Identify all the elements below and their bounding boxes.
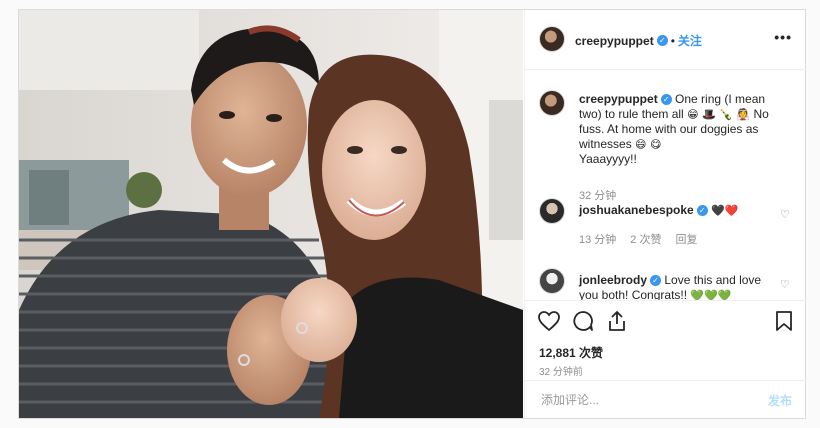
header-username[interactable]: creepypuppet: [575, 34, 654, 48]
post-photo[interactable]: [19, 10, 523, 418]
follow-button[interactable]: 关注: [678, 34, 702, 48]
post-actions: 12,881 次赞 32 分钟前: [525, 300, 806, 380]
comment-item: joshuakanebespoke ✓ 🖤❤️ ♡ 13 分钟 2 次赞 回复: [539, 198, 792, 248]
caption-line-4: fuss. At home with our doggies as: [579, 122, 759, 136]
header-user-row: creepypuppet ✓ • 关注: [575, 32, 702, 50]
like-count[interactable]: 12,881 次赞: [539, 344, 603, 361]
comment-time[interactable]: 13 分钟: [579, 234, 616, 246]
comment-username[interactable]: joshuakanebespoke: [579, 203, 694, 217]
verified-badge-icon: ✓: [696, 205, 708, 217]
add-comment-bar: 发布: [525, 380, 806, 418]
post-side-panel: creepypuppet ✓ • 关注 ••• creepypuppet ✓ One r…: [524, 10, 806, 418]
caption: creepypuppet ✓ One ring (I mean two) to r…: [539, 90, 792, 202]
post-header: creepypuppet ✓ • 关注 •••: [525, 10, 806, 70]
comment-meta: 13 分钟 2 次赞 回复: [579, 231, 711, 247]
verified-badge-icon: ✓: [656, 35, 668, 47]
bookmark-icon[interactable]: [772, 309, 796, 333]
comment-likes[interactable]: 2 次赞: [630, 234, 661, 246]
comment-line-2: you both! Congrats!!: [579, 288, 688, 300]
comment-emojis: 🖤❤️: [711, 204, 739, 217]
comment-avatar[interactable]: [539, 268, 565, 294]
verified-badge-icon: ✓: [660, 94, 672, 106]
like-heart-icon[interactable]: [537, 309, 561, 333]
comment-input[interactable]: [539, 390, 743, 410]
caption-emojis-b: 😄 😋: [635, 138, 662, 151]
caption-avatar[interactable]: [539, 90, 565, 116]
comment-reply-button[interactable]: 回复: [675, 234, 697, 246]
post-comment-button[interactable]: 发布: [768, 392, 792, 409]
comment-like-heart-icon[interactable]: ♡: [780, 278, 792, 291]
share-icon[interactable]: [605, 309, 629, 333]
comment-line-1: Love this and love: [664, 273, 762, 287]
comment-bubble-icon[interactable]: [571, 309, 595, 333]
caption-text: creepypuppet ✓ One ring (I mean two) to r…: [579, 92, 792, 167]
caption-line-5: witnesses: [579, 137, 632, 151]
caption-line-6: Yaaayyyy!!: [579, 152, 637, 166]
post-frame: creepypuppet ✓ • 关注 ••• creepypuppet ✓ One r…: [18, 9, 806, 419]
comment-emojis: 💚💚💚: [690, 289, 732, 300]
more-options-icon[interactable]: •••: [774, 29, 792, 45]
caption-line-3: No: [753, 107, 769, 121]
caption-line-2: two) to rule them all: [579, 107, 684, 121]
caption-line-1: One ring (I mean: [675, 92, 766, 106]
comment-avatar[interactable]: [539, 198, 565, 224]
comment-like-heart-icon[interactable]: ♡: [780, 208, 792, 221]
post-time: 32 分钟前: [539, 367, 583, 378]
verified-badge-icon: ✓: [650, 275, 662, 287]
comment-username[interactable]: jonleebrody: [579, 273, 647, 287]
comment-text: jonleebrody ✓ Love this and love you both…: [579, 273, 762, 300]
comments-section: creepypuppet ✓ One ring (I mean two) to r…: [525, 70, 806, 300]
caption-username[interactable]: creepypuppet: [579, 92, 658, 106]
comment-item: jonleebrody ✓ Love this and love you both…: [539, 268, 792, 300]
separator-dot: •: [670, 34, 675, 48]
avatar[interactable]: [539, 26, 565, 52]
caption-emojis-a: 😁 🎩 🍾 👰: [687, 108, 751, 121]
couple-photo-illustration: [19, 10, 523, 418]
comment-text: joshuakanebespoke ✓ 🖤❤️: [579, 203, 762, 218]
